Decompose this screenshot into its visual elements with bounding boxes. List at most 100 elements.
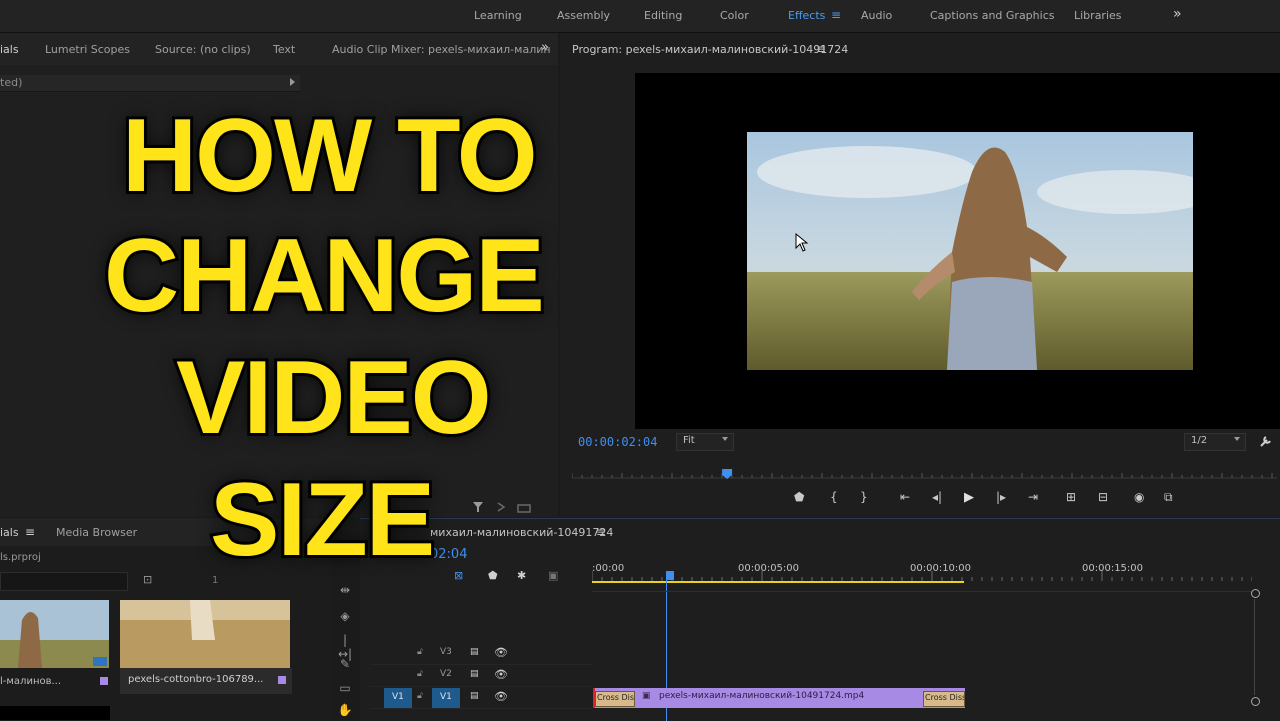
workspace-effects[interactable]: Effects	[788, 9, 825, 22]
go-to-in-icon[interactable]: ⇤	[900, 490, 910, 504]
workspace-assembly[interactable]: Assembly	[557, 9, 610, 22]
thumbnail-clip-2-caption: pexels-cottonbro-106789...	[120, 668, 292, 694]
play-icon[interactable]: ▶	[964, 490, 974, 505]
timeline-vertical-scrollbar[interactable]	[1250, 589, 1260, 721]
program-menu-icon[interactable]: ≡	[816, 42, 826, 56]
mark-out-icon[interactable]: }	[860, 490, 868, 504]
title-line-1: HOW TO	[119, 98, 541, 214]
ruler-label-1: 00:00:05:00	[738, 563, 800, 574]
ruler-label-2: 00:00:10:00	[910, 563, 972, 574]
step-back-icon[interactable]: ◂|	[932, 490, 942, 504]
track-label: V1	[440, 692, 452, 702]
workspace-audio[interactable]: Audio	[861, 9, 892, 22]
title-line-3: VIDEO	[173, 340, 495, 456]
eye-icon[interactable]: 👁︎	[494, 668, 508, 681]
title-line-4: SIZE	[207, 462, 438, 578]
scroll-handle-top-icon[interactable]	[1251, 589, 1260, 598]
tab-audio-clip-mixer[interactable]: Audio Clip Mixer: pexels-михаил-малин	[332, 43, 551, 56]
razor-icon[interactable]: ◈	[336, 609, 354, 623]
thumbnail-clip-2[interactable]	[120, 600, 290, 668]
workspace-learning[interactable]: Learning	[474, 9, 522, 22]
workspace-captions-graphics[interactable]: Captions and Graphics	[930, 9, 1054, 22]
thumbnail-clip-1[interactable]	[0, 600, 109, 668]
thumbnail-strip	[0, 706, 110, 720]
transition-in[interactable]: Cross Diss	[595, 691, 635, 707]
scroll-handle-bottom-icon[interactable]	[1251, 697, 1260, 706]
lock-icon[interactable]: 🔓︎	[417, 647, 423, 657]
mouse-cursor-icon	[795, 233, 809, 252]
video-clip[interactable]: Cross Diss ▣ pexels-михаил-малиновский-1…	[593, 688, 965, 708]
thumbnail-title-overlay: HOW TO CHANGE VIDEO SIZE	[80, 86, 580, 606]
step-forward-icon[interactable]: |▸	[996, 490, 1006, 504]
workspace-libraries[interactable]: Libraries	[1074, 9, 1122, 22]
fit-dropdown-value: Fit	[683, 435, 695, 446]
chevron-down-icon	[1234, 437, 1240, 441]
fx-icon: ▣	[642, 691, 651, 701]
clip-name: pexels-михаил-малиновский-10491724.mp4	[659, 691, 865, 701]
tab-text[interactable]: Text	[273, 43, 295, 56]
lock-icon[interactable]: 🔓︎	[417, 691, 423, 701]
slip-icon[interactable]: |↔|	[336, 633, 354, 661]
program-scrub-bar[interactable]	[572, 469, 1277, 479]
source-patch-v1[interactable]: V1	[384, 688, 412, 708]
lift-icon[interactable]: ⊞	[1066, 490, 1076, 504]
workspace-bar: Learning Assembly Editing Color Effects …	[0, 0, 1280, 33]
workspace-effects-menu-icon[interactable]: ≡	[831, 8, 841, 22]
program-viewer[interactable]	[635, 73, 1280, 429]
track-target-v1[interactable]: V1	[432, 688, 460, 708]
track-header-v3[interactable]: 🔓︎ V3 ▤ 👁︎	[370, 644, 592, 665]
eye-icon[interactable]: 👁︎	[494, 690, 508, 703]
comparison-view-icon[interactable]: ⧉	[1164, 490, 1173, 505]
project-menu-icon[interactable]: ≡	[25, 525, 35, 539]
source-subheader-label: ted)	[0, 76, 23, 89]
workspace-color[interactable]: Color	[720, 9, 749, 22]
expand-arrow-icon[interactable]	[290, 78, 295, 86]
extract-icon[interactable]: ⊟	[1098, 490, 1108, 504]
video-frame	[747, 132, 1193, 370]
track-label: V2	[440, 669, 452, 679]
track-label: V3	[440, 647, 452, 657]
go-to-out-icon[interactable]: ⇥	[1028, 490, 1038, 504]
fit-dropdown[interactable]: Fit	[676, 433, 734, 451]
tab-lumetri-scopes[interactable]: Lumetri Scopes	[45, 43, 130, 56]
sync-lock-icon[interactable]: ▤	[470, 691, 479, 701]
tab-source[interactable]: Source: (no clips)	[155, 43, 251, 56]
panel-overflow-icon[interactable]: »	[541, 40, 549, 55]
tab-essentials[interactable]: ials	[0, 43, 19, 56]
program-monitor-title[interactable]: Program: pexels-михаил-малиновский-10491…	[572, 43, 848, 56]
timeline-playhead-head[interactable]	[666, 571, 674, 580]
track-header-v2[interactable]: 🔓︎ V2 ▤ 👁︎	[370, 666, 592, 687]
scrub-ticks	[572, 473, 1273, 478]
track-headers: 🔓︎ V3 ▤ 👁︎ 🔓︎ V2 ▤ 👁︎ V1 🔓︎ V1 ▤ 👁︎	[370, 639, 592, 721]
sync-lock-icon[interactable]: ▤	[470, 669, 479, 679]
eye-icon[interactable]: 👁︎	[494, 646, 508, 659]
thumbnail-clip-2-label: pexels-cottonbro-106789...	[128, 674, 264, 685]
thumbnail-clip-1-label: l-малинов...	[0, 676, 62, 687]
scroll-track	[1254, 599, 1255, 695]
sync-lock-icon[interactable]: ▤	[470, 647, 479, 657]
video-frame-image	[747, 132, 1193, 370]
chevron-down-icon	[722, 437, 728, 441]
workspace-editing[interactable]: Editing	[644, 9, 682, 22]
sequence-menu-icon[interactable]: ≡	[596, 525, 606, 539]
wrench-settings-icon[interactable]	[1258, 433, 1274, 449]
hand-icon[interactable]: ✋	[336, 703, 354, 717]
clip-badge-icon	[93, 657, 107, 666]
transition-out-label: Cross Diss	[925, 693, 965, 702]
add-marker-icon[interactable]: ⬟	[794, 490, 804, 504]
rectangle-icon[interactable]: ▭	[336, 681, 354, 695]
ruler-label-0: :00:00	[592, 563, 625, 574]
track-header-v1[interactable]: V1 🔓︎ V1 ▤ 👁︎	[370, 688, 592, 709]
program-timecode[interactable]: 00:00:02:04	[578, 435, 657, 449]
export-frame-icon[interactable]: ◉	[1134, 490, 1144, 504]
workspace-overflow-icon[interactable]: »	[1173, 6, 1182, 22]
label-color-chip	[100, 677, 108, 685]
playback-resolution-dropdown[interactable]: 1/2	[1184, 433, 1246, 451]
program-monitor-panel: Program: pexels-михаил-малиновский-10491…	[560, 33, 1280, 517]
label-color-chip	[278, 676, 286, 684]
lock-icon[interactable]: 🔓︎	[417, 669, 423, 679]
transition-out[interactable]: Cross Diss	[923, 691, 965, 707]
tab-project[interactable]: ials	[0, 526, 19, 539]
mark-in-icon[interactable]: {	[830, 490, 838, 504]
pen-icon[interactable]: ✎	[336, 657, 354, 671]
